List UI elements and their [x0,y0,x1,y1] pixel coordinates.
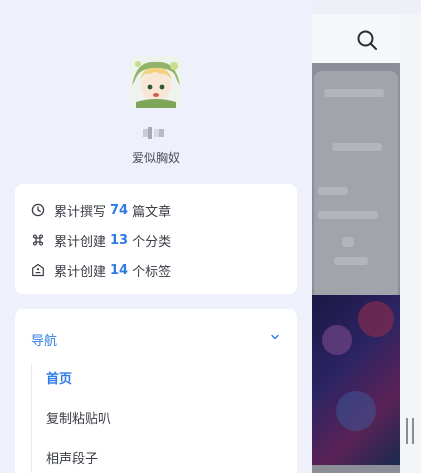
stat-suffix: 篇文章 [132,204,172,220]
stat-prefix: 累计撰写 [54,204,107,220]
page-scroll-track [400,14,421,473]
stat-posts[interactable]: 累计撰写 74 篇文章 [31,200,171,220]
stat-count: 74 [110,202,129,218]
stat-suffix: 个标签 [132,264,172,280]
background-content [312,63,400,473]
status-indicator [143,124,167,139]
tag-icon [31,263,45,277]
username: 爱似胸奴 [131,151,180,165]
stat-suffix: 个分类 [132,234,172,250]
nav-section-toggle[interactable]: 导航 [31,329,281,349]
side-drawer: 爱似胸奴 累计撰写 74 篇文章 累计创建 13 个分类 累计创建 14 个标签… [0,0,312,473]
app-screen: 爱似胸奴 累计撰写 74 篇文章 累计创建 13 个分类 累计创建 14 个标签… [0,0,421,473]
scrollbar-handle[interactable] [406,418,414,444]
clock-icon [31,203,45,217]
nav-item-crosstalk[interactable]: 相声段子 [32,444,281,473]
stat-tags[interactable]: 累计创建 14 个标签 [31,260,171,280]
stats-card: 累计撰写 74 篇文章 累计创建 13 个分类 累计创建 14 个标签 [15,184,297,294]
background-cover-image [312,295,400,465]
nav-item-copy-paste[interactable]: 复制粘贴叭 [32,404,281,444]
stat-categories[interactable]: 累计创建 13 个分类 [31,230,171,250]
navigation-card: 导航 首页 复制粘贴叭 相声段子 [15,309,297,473]
chevron-down-icon [269,331,281,347]
stat-count: 13 [110,232,129,248]
stat-count: 14 [110,262,129,278]
stat-prefix: 累计创建 [54,234,107,250]
search-icon[interactable] [355,28,379,52]
nav-item-home[interactable]: 首页 [32,364,281,404]
nav-title: 导航 [31,333,58,349]
nav-list: 首页 复制粘贴叭 相声段子 [31,364,281,473]
command-icon [31,233,45,247]
stat-prefix: 累计创建 [54,264,107,280]
avatar[interactable] [130,56,182,108]
